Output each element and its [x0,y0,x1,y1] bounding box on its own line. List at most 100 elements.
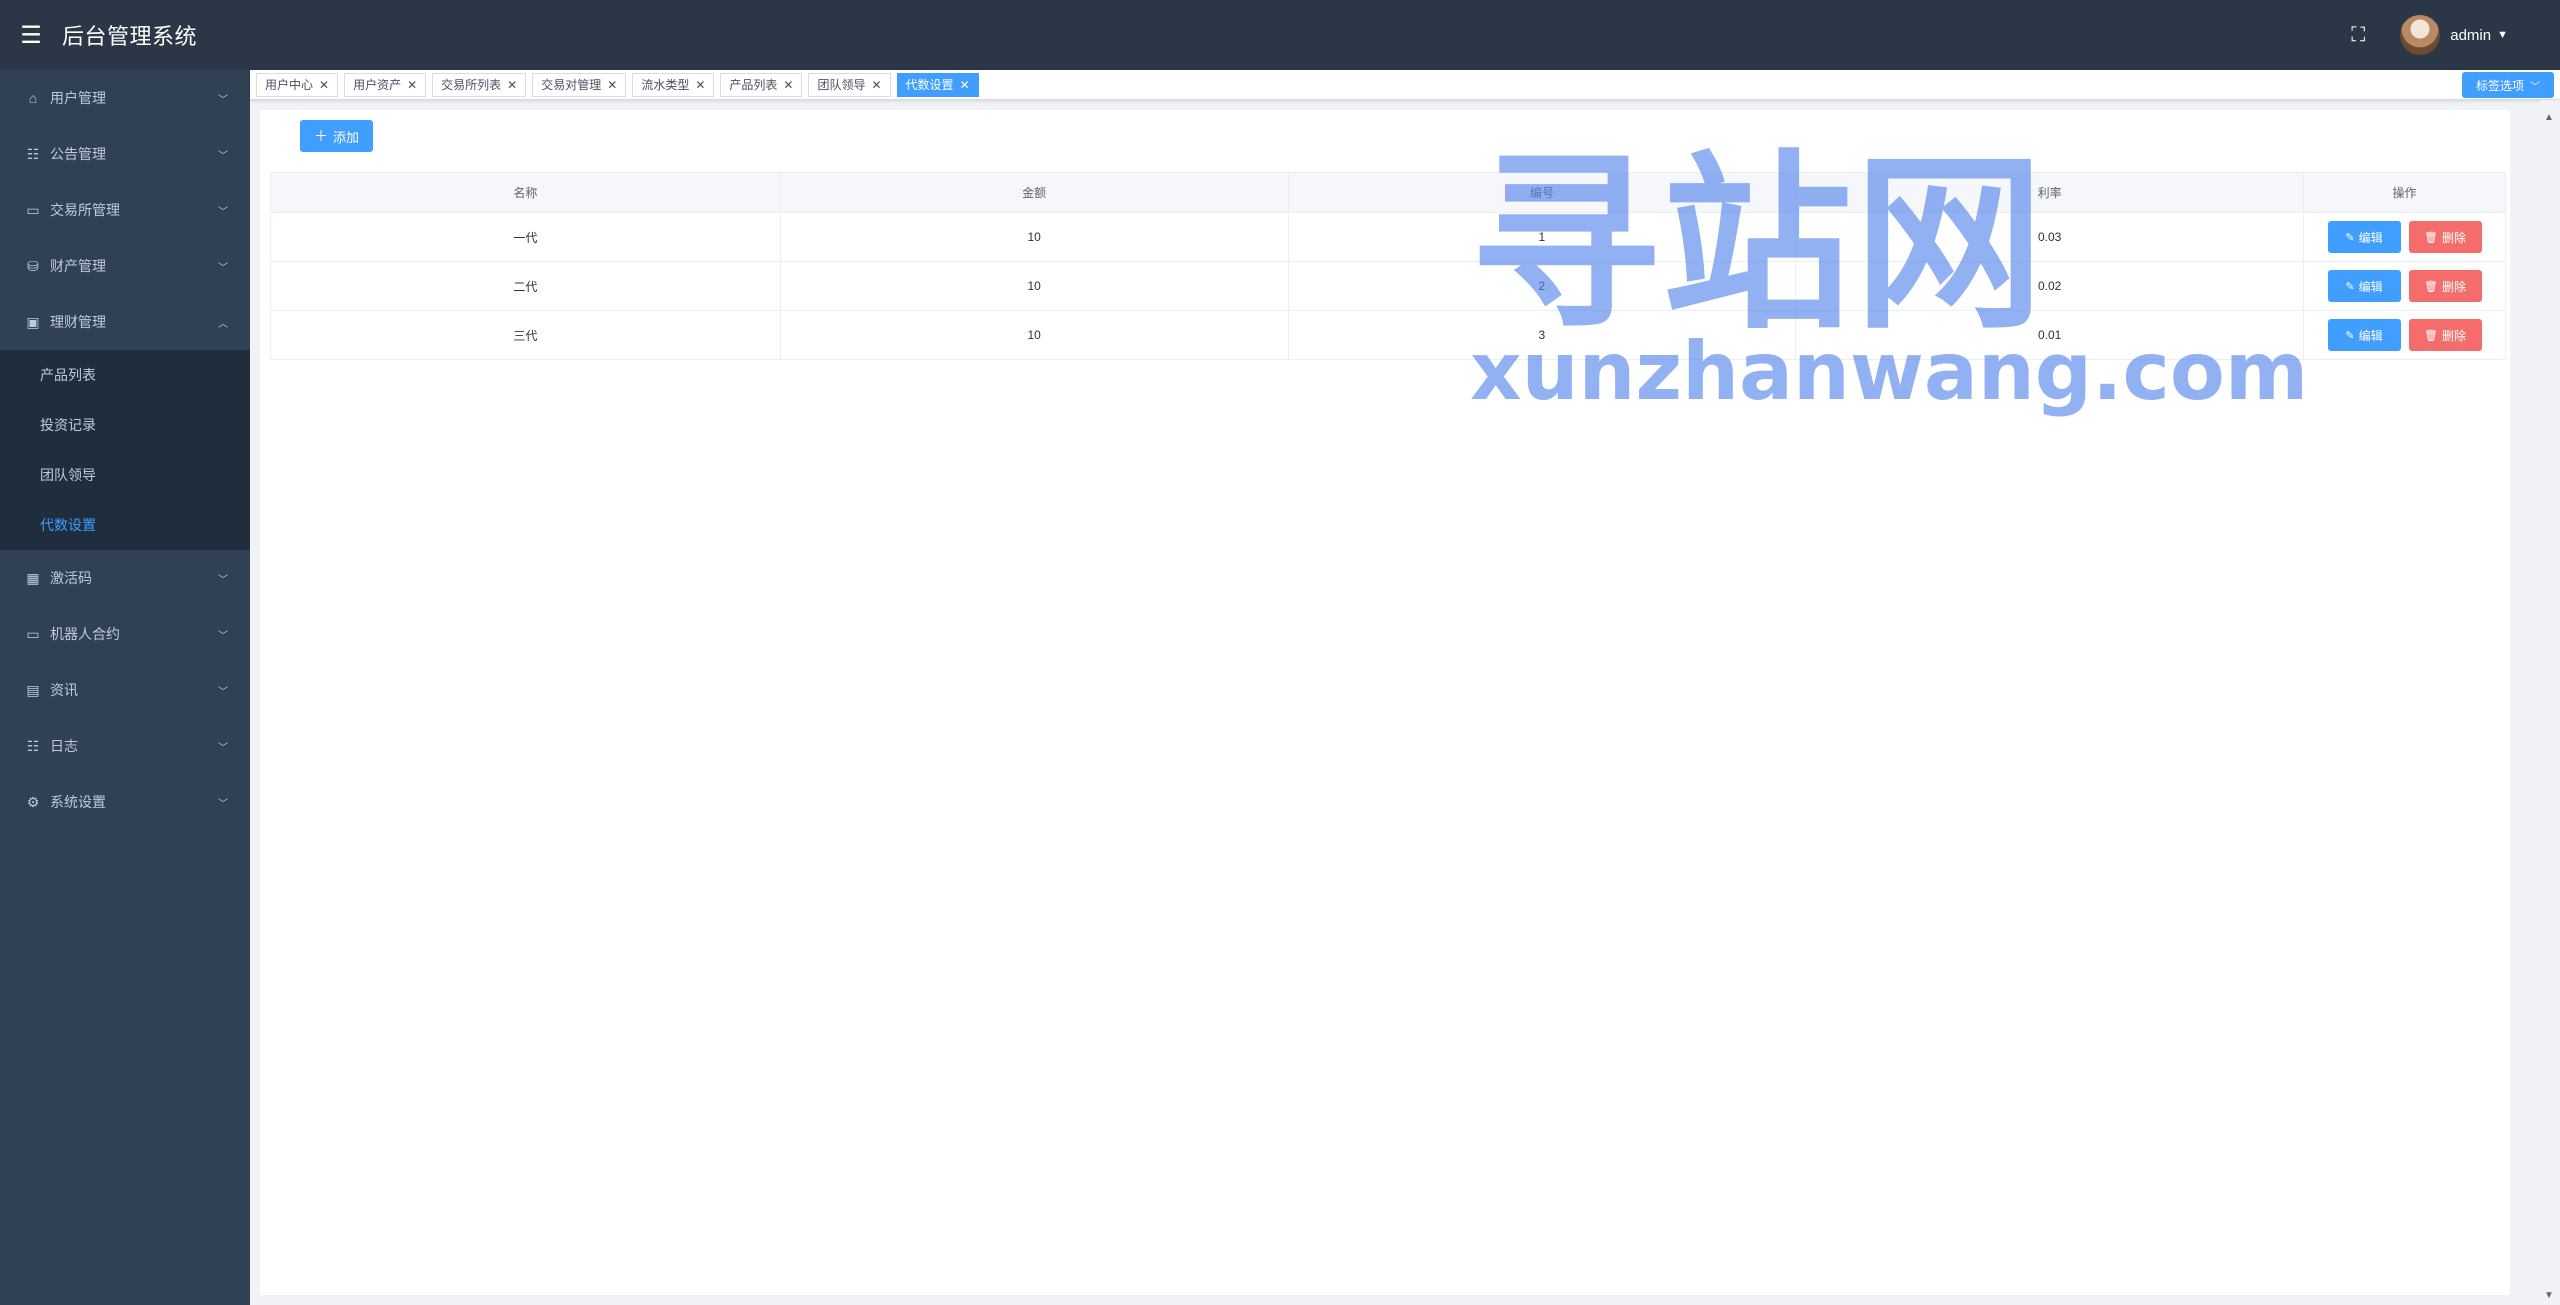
tab-label: 用户中心 [265,78,314,92]
sidebar-item-exchange[interactable]: ▭ 交易所管理 ﹀ [0,182,250,238]
column-header-rate[interactable]: 利率 [1795,172,2304,213]
caret-down-icon[interactable]: ▼ [2497,29,2508,41]
add-button[interactable]: ＋ 添加 [300,120,373,152]
sidebar-item-logs[interactable]: ☷ 日志 ﹀ [0,718,250,774]
main-content: ＋ 添加 名称 金额 编号 利率 操作 一代 10 1 0.03 ✎ 编辑 🗑 删除 [260,110,2510,1295]
tab-label: 代数设置 [905,78,954,92]
sidebar-item-label: 机器人合约 [50,626,120,642]
tab-user-assets[interactable]: 用户资产 ✕ [344,72,427,97]
sidebar-subitem-generation-settings[interactable]: 代数设置 [0,500,250,550]
tab-trading-pair[interactable]: 交易对管理 ✕ [532,72,627,97]
list-icon: ☷ [26,145,40,162]
scroll-up-icon[interactable]: ▲ [2544,112,2554,123]
delete-button[interactable]: 🗑 删除 [2408,270,2482,302]
sidebar-item-user-management[interactable]: ⌂ 用户管理 ﹀ [0,70,250,126]
sidebar-item-label: 资讯 [50,682,78,698]
edit-button[interactable]: ✎ 编辑 [2327,319,2401,351]
sidebar-item-news[interactable]: ▤ 资讯 ﹀ [0,662,250,718]
sidebar-subitem-team-leader[interactable]: 团队领导 [0,450,250,500]
fullscreen-icon[interactable]: ⛶ [2338,24,2378,47]
tab-user-center[interactable]: 用户中心 ✕ [256,72,339,97]
sidebar-item-activation-code[interactable]: ▦ 激活码 ﹀ [0,550,250,606]
tab-product-list[interactable]: 产品列表 ✕ [720,72,803,97]
trash-icon: 🗑 [2424,231,2438,244]
presentation-icon: ▭ [26,625,40,642]
column-header-actions: 操作 [2303,172,2506,213]
tag-options-label: 标签选项 [2475,78,2524,93]
close-icon[interactable]: ✕ [695,78,705,92]
trash-icon: 🗑 [2424,329,2438,342]
close-icon[interactable]: ✕ [871,78,881,92]
tab-generation-settings[interactable]: 代数设置 ✕ [896,72,979,97]
table-header-row: 名称 金额 编号 利率 操作 [270,172,2506,213]
tab-team-leader[interactable]: 团队领导 ✕ [808,72,891,97]
document-icon: ▤ [26,681,40,698]
chevron-down-icon: ﹀ [218,686,228,698]
delete-button[interactable]: 🗑 删除 [2408,319,2482,351]
delete-label: 删除 [2441,230,2466,245]
sidebar-item-label: 交易所管理 [50,202,120,218]
chevron-down-icon: ﹀ [218,206,228,218]
cell-name: 一代 [270,212,781,262]
sidebar-item-announcement[interactable]: ☷ 公告管理 ﹀ [0,126,250,182]
edit-button[interactable]: ✎ 编辑 [2327,270,2401,302]
close-icon[interactable]: ✕ [507,78,517,92]
cell-amount: 10 [779,261,1289,311]
hamburger-icon[interactable]: ☰ [0,0,62,70]
sidebar-item-robot-contract[interactable]: ▭ 机器人合约 ﹀ [0,606,250,662]
delete-label: 删除 [2441,279,2466,294]
edit-label: 编辑 [2358,230,2383,245]
grid-icon: ▦ [26,569,40,586]
edit-label: 编辑 [2358,328,2383,343]
delete-button[interactable]: 🗑 删除 [2408,221,2482,253]
sidebar-item-label: 系统设置 [50,794,106,810]
top-header: ☰ 后台管理系统 ⛶ admin ▼ [0,0,2560,70]
edit-icon: ✎ [2345,280,2355,293]
edit-label: 编辑 [2358,279,2383,294]
tab-label: 产品列表 [729,78,778,92]
sidebar-item-label: 公告管理 [50,146,106,162]
presentation-icon: ▭ [26,201,40,218]
tab-label: 流水类型 [641,78,690,92]
close-icon[interactable]: ✕ [607,78,617,92]
close-icon[interactable]: ✕ [783,78,793,92]
tab-flow-type[interactable]: 流水类型 ✕ [632,72,715,97]
vertical-scrollbar[interactable]: ▲ ▼ [2540,100,2560,1305]
close-icon[interactable]: ✕ [319,78,329,92]
tab-label: 用户资产 [353,78,402,92]
sidebar-subitem-investment-records[interactable]: 投资记录 [0,400,250,450]
bag-icon: ▣ [26,313,40,330]
chevron-down-icon: ﹀ [218,574,228,586]
gear-icon: ⚙ [26,793,40,810]
sidebar-item-system-settings[interactable]: ⚙ 系统设置 ﹀ [0,774,250,830]
app-title: 后台管理系统 [62,24,198,49]
sidebar-item-label: 激活码 [50,570,92,586]
tab-exchange-list[interactable]: 交易所列表 ✕ [432,72,527,97]
sidebar-item-label: 用户管理 [50,90,106,106]
sidebar-item-property[interactable]: ⛁ 财产管理 ﹀ [0,238,250,294]
tags-view: 用户中心 ✕ 用户资产 ✕ 交易所列表 ✕ 交易对管理 ✕ 流水类型 ✕ 产品列… [250,70,2560,100]
cell-actions: ✎ 编辑 🗑 删除 [2303,261,2506,311]
tag-options-button[interactable]: 标签选项 ﹀ [2461,72,2554,98]
tab-label: 交易所列表 [441,78,502,92]
chevron-down-icon: ﹀ [218,798,228,810]
chevron-down-icon: ﹀ [2530,81,2540,93]
close-icon[interactable]: ✕ [407,78,417,92]
chevron-down-icon: ﹀ [218,94,228,106]
edit-icon: ✎ [2345,329,2355,342]
chevron-down-icon: ﹀ [218,630,228,642]
sidebar-item-finance[interactable]: ▣ 理财管理 ︿ [0,294,250,350]
column-header-name[interactable]: 名称 [270,172,781,213]
scroll-down-icon[interactable]: ▼ [2544,1290,2554,1301]
trash-icon: 🗑 [2424,280,2438,293]
sidebar-subitem-product-list[interactable]: 产品列表 [0,350,250,400]
edit-button[interactable]: ✎ 编辑 [2327,221,2401,253]
column-header-number[interactable]: 编号 [1287,172,1797,213]
cell-number: 1 [1287,212,1797,262]
username[interactable]: admin [2450,27,2491,44]
column-header-amount[interactable]: 金额 [779,172,1289,213]
database-icon: ⛁ [27,257,39,274]
avatar[interactable] [2400,15,2441,55]
close-icon[interactable]: ✕ [960,78,970,92]
cell-name: 三代 [270,310,781,360]
